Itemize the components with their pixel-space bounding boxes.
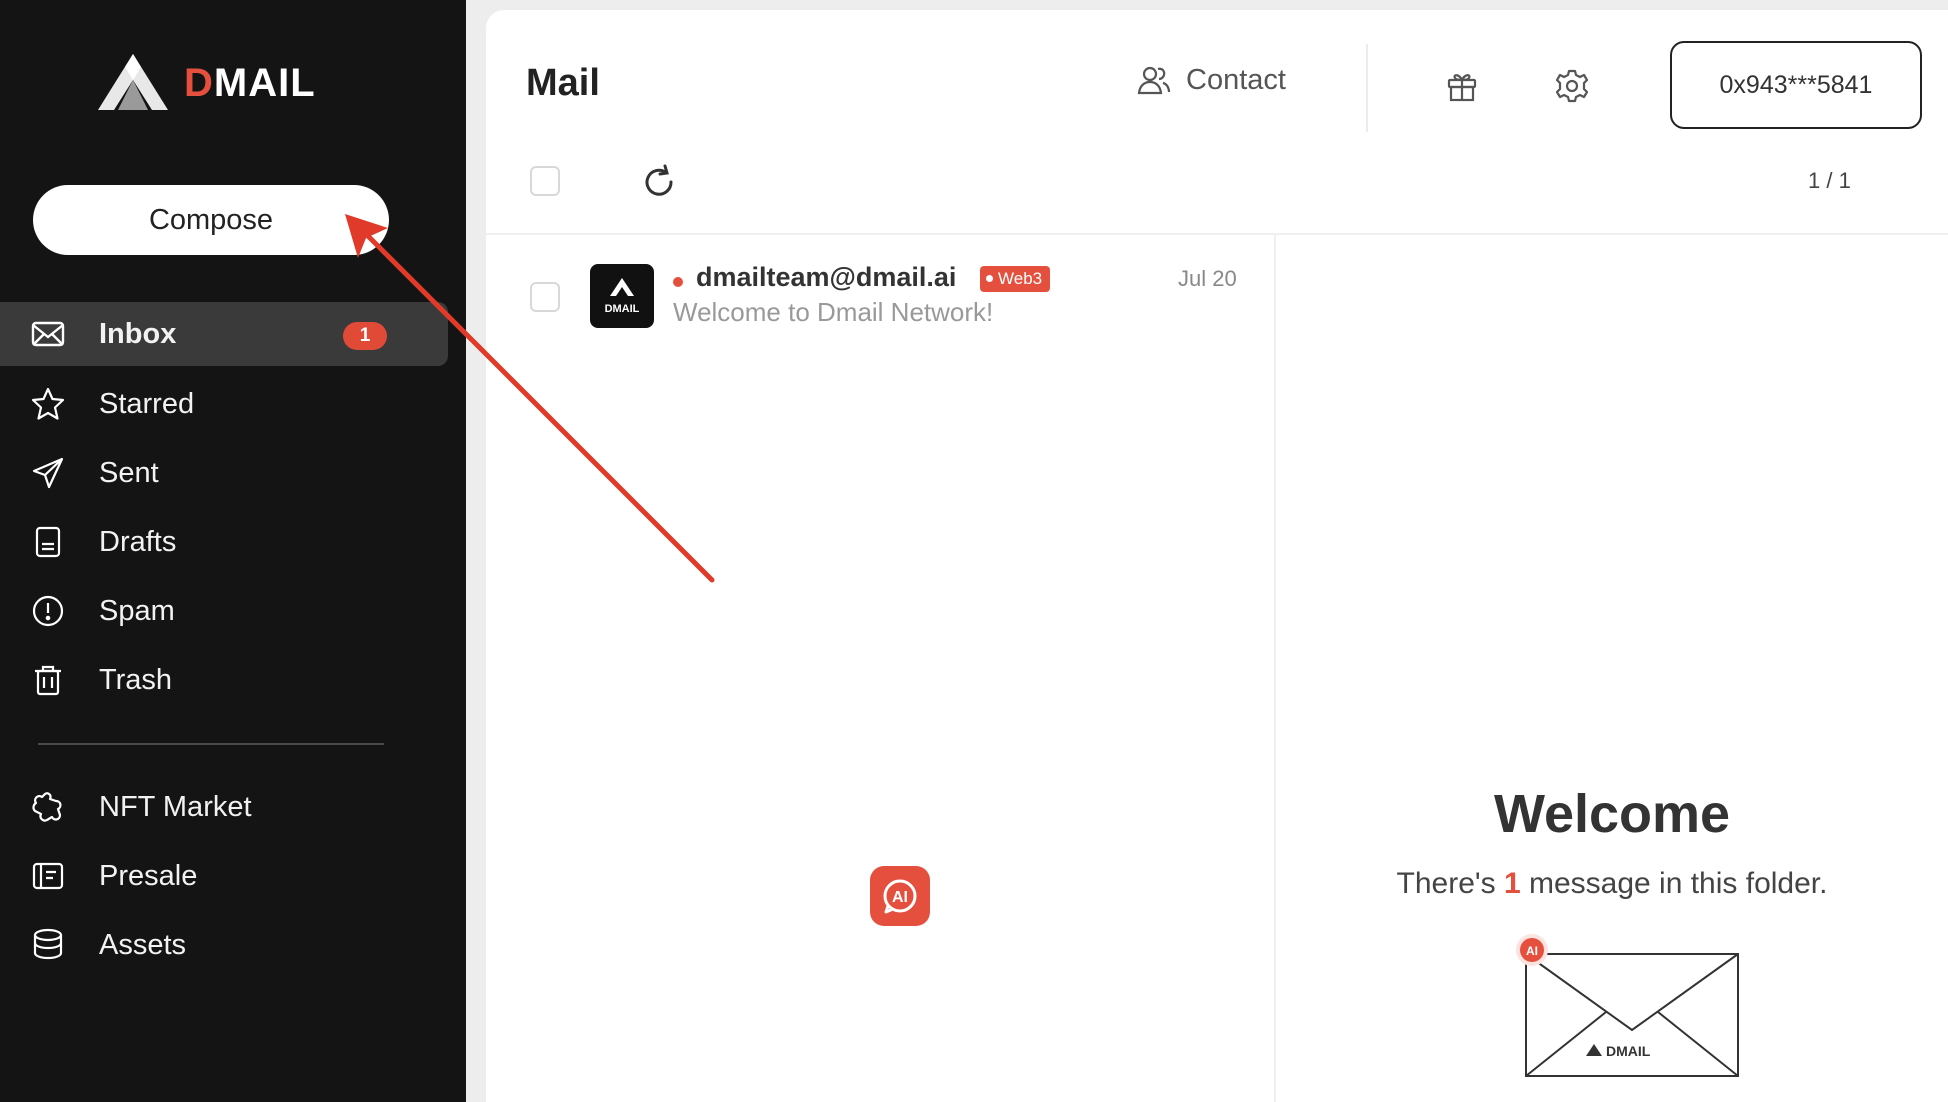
nft-market-icon (32, 792, 62, 822)
mail-sender: dmailteam@dmail.ai (696, 262, 957, 292)
sidebar-item-starred[interactable]: Starred (0, 372, 448, 436)
presale-icon (32, 862, 64, 890)
sidebar-item-drafts[interactable]: Drafts (0, 510, 448, 574)
trash-icon (35, 665, 61, 696)
drafts-icon (35, 526, 61, 558)
sidebar-item-label: Inbox (99, 317, 177, 350)
wallet-address-button[interactable]: 0x943***5841 (1670, 41, 1922, 129)
logo-wordmark: DMAIL (184, 60, 316, 105)
sidebar-item-trash[interactable]: Trash (0, 648, 448, 712)
message-count: 1 (1503, 867, 1521, 900)
web3-tag-label: Web3 (998, 269, 1043, 288)
header-divider (1366, 44, 1368, 132)
settings-gear-icon[interactable] (1554, 68, 1590, 104)
welcome-message: There's 1 message in this folder. (1396, 867, 1828, 900)
contact-button[interactable]: Contact (1136, 62, 1286, 98)
contacts-icon (1137, 66, 1171, 95)
select-all-checkbox[interactable] (530, 166, 560, 196)
envelope-illustration: DMAIL AI (1516, 934, 1739, 1077)
dmail-mountain-icon (98, 54, 168, 110)
sidebar-item-label: Presale (99, 859, 198, 892)
gift-icon[interactable] (1444, 68, 1480, 104)
inbox-icon (31, 321, 65, 347)
sidebar-item-label: Spam (99, 594, 175, 627)
sender-avatar: DMAIL (590, 264, 654, 328)
page-title: Mail (526, 62, 600, 104)
envelope-brand: DMAIL (1606, 1043, 1651, 1059)
compose-button[interactable]: Compose (33, 185, 389, 255)
pagination-indicator: 1 / 1 (1808, 168, 1851, 193)
sidebar-item-nft-market[interactable]: NFT Market (0, 775, 448, 839)
sidebar-item-sent[interactable]: Sent (0, 441, 448, 505)
sidebar-item-label: Starred (99, 387, 195, 420)
dmail-avatar-logo-icon: DMAIL (605, 278, 640, 315)
refresh-icon[interactable] (640, 163, 678, 201)
send-icon (32, 457, 64, 489)
sidebar-item-inbox[interactable]: Inbox 1 (0, 302, 448, 366)
unread-dot (673, 277, 683, 287)
spam-icon (32, 595, 64, 627)
star-icon (31, 387, 65, 420)
dmail-logo[interactable]: DMAIL (96, 50, 316, 116)
ai-assistant-button[interactable]: AI (870, 866, 930, 926)
envelope-ai-badge: AI (1526, 944, 1538, 958)
unread-count-badge: 1 (343, 322, 387, 350)
mail-list-item[interactable]: DMAIL dmailteam@dmail.ai Web3 Welcome to… (486, 235, 1274, 345)
sidebar-item-label: Trash (99, 663, 173, 696)
web3-tag: Web3 (980, 266, 1051, 292)
sidebar-item-label: Assets (99, 928, 187, 961)
mail-date: Jul 20 (1178, 266, 1237, 291)
sidebar-divider (38, 743, 384, 745)
pane-divider (1274, 235, 1276, 1102)
sidebar-item-assets[interactable]: Assets (0, 913, 448, 977)
welcome-title: Welcome (1493, 784, 1731, 844)
assets-icon (33, 928, 63, 960)
mail-select-checkbox[interactable] (530, 282, 560, 312)
sidebar-item-label: Drafts (99, 525, 177, 558)
sidebar-item-label: Sent (99, 456, 159, 489)
sidebar: DMAIL Compose Inbox 1 Starred Sent Draft… (0, 0, 466, 1102)
mail-subject: Welcome to Dmail Network! (673, 297, 994, 327)
ai-chat-icon: AI (883, 879, 917, 914)
sidebar-item-presale[interactable]: Presale (0, 844, 448, 908)
ai-button-label: AI (892, 889, 908, 906)
main-panel: Mail Contact 0x943***5841 1 / 1 DMAIL dm… (486, 10, 1948, 1102)
contact-label: Contact (1186, 63, 1286, 96)
sidebar-item-spam[interactable]: Spam (0, 579, 448, 643)
avatar-text: DMAIL (605, 303, 640, 315)
sidebar-item-label: NFT Market (99, 790, 252, 823)
